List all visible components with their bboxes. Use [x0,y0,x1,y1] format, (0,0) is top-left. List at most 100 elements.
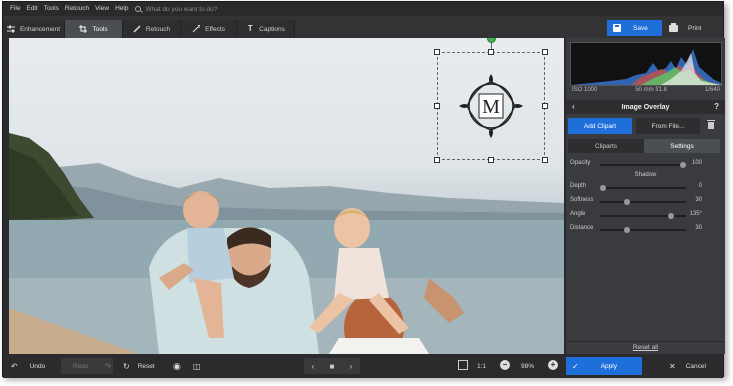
menu-view[interactable]: View [92,2,112,16]
zoom-level: 98% [521,359,534,373]
tab-label: Enhancement [19,25,61,33]
tab-label: Tools [92,25,108,33]
exif-info: ISO 1000 50 mm f/1.8 1/640 [570,87,722,99]
printer-icon [669,22,678,32]
slider-knob[interactable] [624,199,630,205]
slider-depth[interactable]: Depth 0 [570,183,722,193]
slider-track[interactable] [600,162,686,168]
slider-knob[interactable] [624,227,630,233]
print-button[interactable]: Print [667,20,723,36]
compare-icon: ◫ [193,361,201,371]
save-button[interactable]: Save [607,20,662,36]
menu-edit[interactable]: Edit [23,2,40,16]
crop-icon [79,25,88,33]
menu-tools[interactable]: Tools [41,2,62,16]
resize-handle-e[interactable] [542,103,548,109]
tab-label: Captions [259,25,285,33]
zoom-out-icon[interactable]: − [500,360,510,370]
tab-tools[interactable]: Tools [65,20,123,38]
menu-bar: File Edit Tools Retouch View Help What d… [3,2,723,16]
lens-value: 50 mm f/1.8 [635,87,668,93]
subtab-settings[interactable]: Settings [644,139,720,153]
resize-handle-w[interactable] [434,103,440,109]
main-toolbar: Enhancement Tools Retouch Effects T Capt… [3,16,723,38]
resize-handle-ne[interactable] [542,49,548,55]
selection-box[interactable] [437,52,545,160]
redo-button[interactable]: Redo ↷ [73,359,111,373]
redo-icon: ↷ [104,361,112,371]
slider-track[interactable] [600,185,686,191]
slider-distance[interactable]: Distance 30 [570,225,722,235]
tab-effects[interactable]: Effects [181,20,237,38]
resize-handle-sw[interactable] [434,157,440,163]
tab-label: Effects [205,25,225,33]
compare-button[interactable]: ◫ [193,359,201,373]
menu-file[interactable]: File [7,2,23,16]
from-file-button[interactable]: From File... [636,118,700,134]
reset-all-link[interactable]: Reset all [566,344,725,351]
resize-handle-nw[interactable] [434,49,440,55]
slider-knob[interactable] [600,185,606,191]
slider-track[interactable] [600,227,686,233]
undo-label: Undo [29,362,46,370]
next-arrow-icon[interactable]: › [350,362,353,371]
settings-panel: ISO 1000 50 mm f/1.8 1/640 ‹ Image Overl… [566,38,725,354]
undo-button[interactable]: ↶ Undo [11,359,45,373]
brush-icon [133,25,141,33]
print-label: Print [688,24,702,32]
navigation-group: ‹ ■ › [304,358,360,374]
zoom-ratio-button[interactable]: 1:1 [477,359,486,373]
zoom-level-label: 98% [521,362,535,370]
help-icon[interactable]: ? [714,102,719,111]
zoom-ratio-label: 1:1 [477,362,487,370]
tab-enhancement[interactable]: Enhancement [3,20,65,38]
close-icon: ✕ [669,361,676,371]
slider-value: 30 [695,225,702,231]
tab-retouch[interactable]: Retouch [123,20,181,38]
preview-eye-button[interactable]: ◉ [173,359,181,373]
resize-handle-n[interactable] [488,49,494,55]
menu-retouch[interactable]: Retouch [62,2,92,16]
menu-help[interactable]: Help [112,2,131,16]
redo-label: Redo [73,362,89,370]
shutter-value: 1/640 [704,87,720,93]
trash-icon[interactable] [707,120,715,129]
panel-subtabs: Cliparts Settings [568,139,720,153]
histogram [570,42,722,86]
prev-arrow-icon[interactable]: ‹ [312,362,315,371]
search-box[interactable]: What do you want to do? [135,6,217,13]
undo-icon: ↶ [11,361,18,371]
panel-title: Image Overlay [621,103,670,111]
add-clipart-button[interactable]: Add Clipart [568,118,632,134]
reset-button[interactable]: ↻ Reset [123,359,155,373]
search-icon [135,6,142,12]
slider-knob[interactable] [680,162,686,168]
slider-value: 30 [695,197,702,203]
folder-icon[interactable]: ■ [330,362,335,371]
zoom-in-icon[interactable]: + [548,360,558,370]
slider-softness[interactable]: Softness 30 [570,197,722,207]
fit-screen-icon[interactable] [458,360,468,370]
slider-track[interactable] [600,199,686,205]
cancel-button[interactable]: ✕ Cancel [669,357,723,375]
eye-icon: ◉ [173,360,181,371]
slider-label: Opacity [570,160,591,166]
tab-captions[interactable]: T Captions [237,20,295,38]
photo-canvas[interactable]: M [9,38,564,354]
slider-opacity[interactable]: Opacity 100 [570,160,722,170]
save-label: Save [633,24,648,32]
apply-label: Apply [600,362,617,370]
back-arrow-icon[interactable]: ‹ [572,102,575,111]
resize-handle-s[interactable] [488,157,494,163]
panel-divider [566,341,725,342]
resize-handle-se[interactable] [542,157,548,163]
slider-angle[interactable]: Angle 135° [570,211,722,221]
slider-knob[interactable] [668,213,674,219]
slider-label: Depth [570,183,587,189]
cancel-label: Cancel [685,362,706,370]
slider-track[interactable] [600,213,686,219]
subtab-cliparts[interactable]: Cliparts [568,139,644,153]
tab-label: Retouch [145,25,171,33]
apply-button[interactable]: ✓ Apply [566,357,642,375]
search-placeholder[interactable]: What do you want to do? [145,6,217,13]
